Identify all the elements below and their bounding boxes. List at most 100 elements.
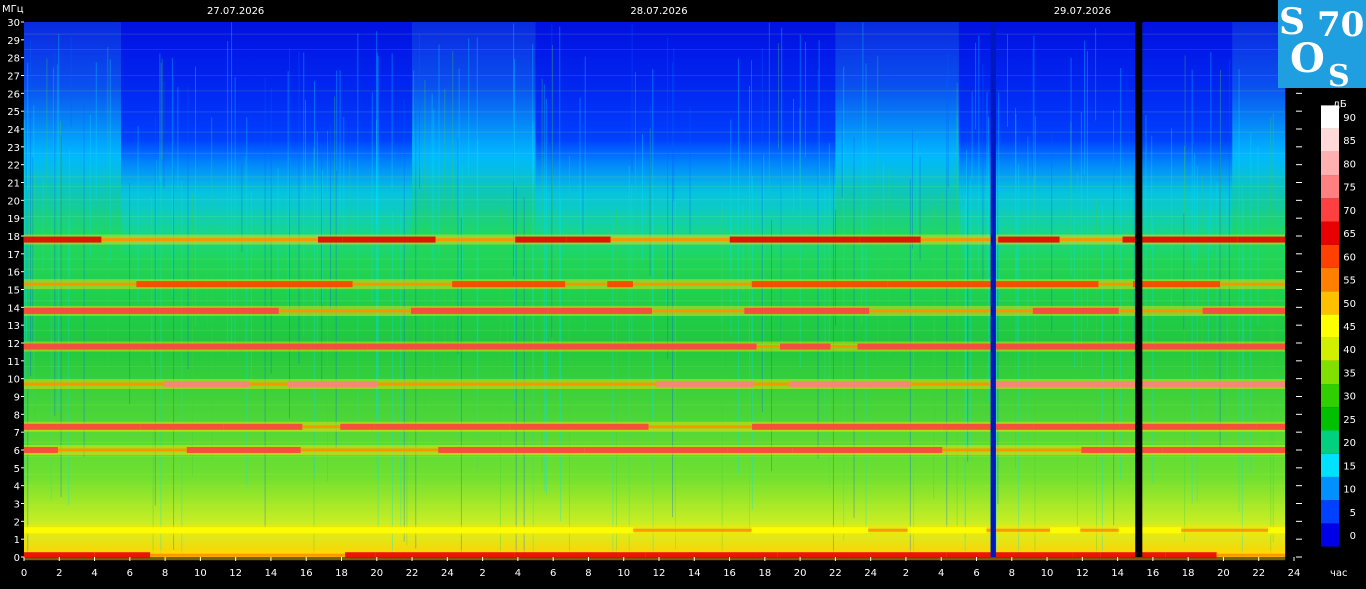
band-segment: [857, 343, 995, 350]
band-segment: [286, 527, 381, 534]
band-segment: [374, 423, 510, 430]
x-tick-label: 4: [515, 568, 521, 579]
x-tick-label: 2: [479, 568, 485, 579]
sos70-logo: S 70 O S: [1278, 0, 1366, 94]
x-tick-label: 10: [1041, 568, 1054, 579]
y-tick-label: 7: [14, 428, 20, 439]
band-segment: [1050, 527, 1081, 534]
band-segment: [101, 238, 231, 242]
band-segment: [411, 307, 479, 314]
colorbar-label: 50: [1343, 299, 1356, 310]
band-segment: [986, 528, 1051, 532]
y-tick-label: 20: [7, 196, 20, 207]
band-segment: [656, 381, 754, 388]
band-segment: [1133, 281, 1221, 288]
band-segment: [830, 345, 858, 349]
band-segment: [1162, 447, 1276, 453]
band-segment: [140, 343, 237, 350]
x-tick-label: 14: [1111, 568, 1124, 579]
colorbar-label: 30: [1343, 392, 1356, 403]
band-segment: [1216, 423, 1257, 430]
band-segment: [1119, 423, 1217, 430]
x-tick-label: 12: [229, 568, 242, 579]
band-segment: [509, 423, 649, 430]
colorbar-label: 0: [1350, 531, 1356, 542]
y-tick-label: 25: [7, 107, 20, 118]
band-segment: [380, 527, 498, 534]
x-tick-label: 22: [1252, 568, 1265, 579]
band-segment: [988, 381, 1060, 388]
y-tick-label: 17: [7, 250, 20, 261]
band-segment: [24, 382, 59, 386]
band-segment: [278, 309, 412, 313]
band-segment: [1268, 527, 1286, 534]
date-label: 28.07.2026: [630, 6, 687, 17]
x-tick-label: 16: [723, 568, 736, 579]
band-segment: [367, 343, 416, 350]
colorbar-label: 5: [1350, 508, 1356, 519]
x-tick-label: 24: [864, 568, 877, 579]
colorbar-swatch: [1321, 337, 1339, 361]
colorbar-label: 80: [1343, 159, 1356, 170]
band-segment: [869, 309, 904, 313]
band-segment: [300, 448, 439, 452]
band-segment: [648, 425, 753, 429]
colorbar-swatch: [1321, 267, 1339, 292]
right-tick-marks: [1296, 21, 1302, 558]
y-tick-label: 21: [7, 179, 20, 190]
band-segment: [510, 343, 626, 350]
band-segment: [375, 552, 515, 559]
band-segment: [1216, 553, 1268, 557]
band-segment: [228, 281, 353, 288]
band-segment: [24, 447, 58, 453]
band-segment: [1125, 381, 1265, 388]
y-tick-label: 6: [14, 446, 20, 457]
band-segment: [984, 281, 1099, 288]
y-tick-label: 14: [7, 303, 20, 314]
band-segment: [1202, 307, 1286, 314]
colorbar-label: 75: [1343, 183, 1356, 194]
x-tick-label: 24: [1288, 568, 1301, 579]
y-tick-label: 0: [14, 553, 20, 564]
colorbar-swatch: [1321, 314, 1339, 338]
colorbar-swatch: [1321, 221, 1339, 245]
x-tick-label: 20: [1217, 568, 1230, 579]
band-segment: [1098, 282, 1134, 286]
band-segment: [753, 382, 790, 386]
band-segment: [514, 447, 585, 453]
band-segment: [58, 382, 165, 386]
x-tick-label: 0: [21, 568, 27, 579]
band-segment: [188, 281, 229, 288]
band-segment: [24, 236, 102, 243]
logo-letter-s-bottom: S: [1328, 59, 1350, 94]
band-segment: [942, 448, 1082, 452]
x-tick-label: 10: [194, 568, 207, 579]
band-segment: [1118, 527, 1182, 534]
y-tick-label: 4: [14, 482, 20, 493]
band-segment: [310, 343, 368, 350]
band-segment: [223, 423, 303, 430]
band-segment: [435, 238, 516, 242]
y-tick-label: 29: [7, 36, 20, 47]
band-segment: [24, 527, 94, 534]
y-tick-label: 24: [7, 125, 20, 136]
x-tick-label: 6: [973, 568, 979, 579]
colorbar-label: 60: [1343, 252, 1356, 263]
band-segment: [1081, 447, 1163, 453]
night-window-1: [535, 22, 836, 557]
band-segment: [1264, 381, 1286, 388]
x-tick-label: 4: [938, 568, 944, 579]
band-segment: [1237, 236, 1286, 243]
band-segment: [751, 527, 869, 534]
data-gap-1: [1135, 22, 1143, 557]
band-segment: [318, 236, 343, 243]
band-segment: [221, 553, 346, 557]
y-tick-label: 9: [14, 393, 20, 404]
date-label: 29.07.2026: [1054, 6, 1111, 17]
band-segment: [1165, 552, 1217, 559]
x-tick-label: 20: [370, 568, 383, 579]
colorbar-swatch: [1321, 430, 1339, 454]
x-axis-unit: час: [1330, 568, 1348, 579]
x-tick-label: 8: [585, 568, 591, 579]
y-tick-label: 1: [14, 535, 20, 546]
